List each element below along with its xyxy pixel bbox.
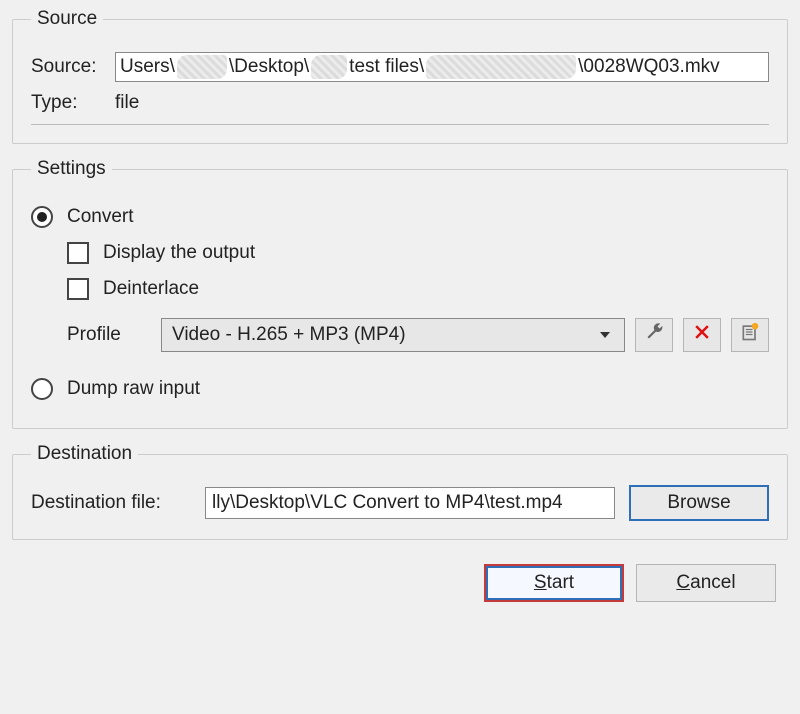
destination-file-label: Destination file: (31, 492, 191, 514)
radio-convert-icon (31, 206, 53, 228)
wrench-icon (644, 322, 664, 348)
radio-dump-icon (31, 378, 53, 400)
source-row: Source: Users\ \Desktop\ test files\ \00… (31, 52, 769, 82)
source-path-field[interactable]: Users\ \Desktop\ test files\ \0028WQ03.m… (115, 52, 769, 82)
deinterlace-label: Deinterlace (103, 278, 199, 300)
display-output-option[interactable]: Display the output (31, 242, 769, 264)
delete-x-icon (692, 322, 712, 348)
dialog-button-bar: Start Cancel (12, 554, 788, 602)
cancel-button[interactable]: Cancel (636, 564, 776, 602)
destination-file-value: lly\Desktop\VLC Convert to MP4\test.mp4 (212, 492, 563, 514)
checkbox-deinterlace-icon (67, 278, 89, 300)
redacted-segment (311, 55, 347, 79)
source-path-seg1: Users\ (120, 56, 175, 78)
settings-legend: Settings (31, 158, 112, 180)
browse-button-label: Browse (667, 492, 730, 514)
profile-value: Video - H.265 + MP3 (MP4) (172, 324, 406, 346)
redacted-segment (177, 55, 227, 79)
convert-label: Convert (67, 206, 134, 228)
new-profile-button[interactable] (731, 318, 769, 352)
checkbox-display-output-icon (67, 242, 89, 264)
source-path-seg4: \0028WQ03.mkv (578, 56, 720, 78)
type-row: Type: file (31, 92, 769, 114)
settings-group: Settings Convert Display the output Dein… (12, 158, 788, 429)
destination-row: Destination file: lly\Desktop\VLC Conver… (31, 485, 769, 521)
edit-profile-button[interactable] (635, 318, 673, 352)
convert-option[interactable]: Convert (31, 206, 769, 228)
destination-file-input[interactable]: lly\Desktop\VLC Convert to MP4\test.mp4 (205, 487, 615, 519)
start-button-label: Start (534, 572, 574, 594)
chevron-down-icon (600, 332, 610, 338)
source-legend: Source (31, 8, 103, 30)
source-path-seg3: test files\ (349, 56, 424, 78)
source-path-seg2: \Desktop\ (229, 56, 309, 78)
profile-row: Profile Video - H.265 + MP3 (MP4) (31, 318, 769, 352)
delete-profile-button[interactable] (683, 318, 721, 352)
destination-legend: Destination (31, 443, 138, 465)
convert-dialog: Source Source: Users\ \Desktop\ test fil… (0, 0, 800, 614)
profile-combobox[interactable]: Video - H.265 + MP3 (MP4) (161, 318, 625, 352)
redacted-segment (426, 55, 576, 79)
display-output-label: Display the output (103, 242, 255, 264)
source-separator (31, 124, 769, 125)
dump-raw-option[interactable]: Dump raw input (31, 378, 769, 400)
source-label: Source: (31, 56, 115, 78)
deinterlace-option[interactable]: Deinterlace (31, 278, 769, 300)
type-value: file (115, 92, 139, 114)
browse-button[interactable]: Browse (629, 485, 769, 521)
cancel-button-label: Cancel (676, 572, 735, 594)
start-button[interactable]: Start (484, 564, 624, 602)
source-group: Source Source: Users\ \Desktop\ test fil… (12, 8, 788, 144)
dump-label: Dump raw input (67, 378, 200, 400)
type-label: Type: (31, 92, 115, 114)
profile-label: Profile (31, 324, 151, 346)
new-profile-icon (740, 322, 760, 348)
destination-group: Destination Destination file: lly\Deskto… (12, 443, 788, 540)
